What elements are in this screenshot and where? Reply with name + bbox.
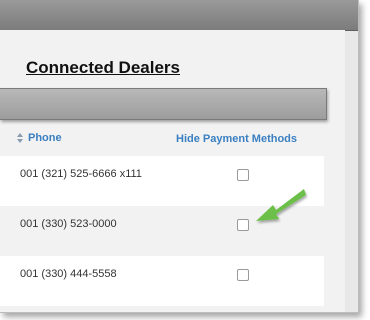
grid-header-bar: [0, 88, 327, 120]
table-body: 001 (321) 525-6666 x111 001 (330) 523-00…: [0, 156, 324, 306]
column-headers: Phone Hide Payment Methods: [0, 130, 330, 150]
sort-icon[interactable]: [16, 132, 24, 144]
hide-payment-methods-checkbox[interactable]: [237, 269, 249, 281]
table-row: 001 (330) 444-5558: [0, 256, 324, 306]
column-header-phone-label: Phone: [28, 132, 62, 144]
phone-cell: 001 (330) 444-5558: [20, 268, 117, 280]
window-titlebar: [0, 0, 358, 31]
column-header-phone[interactable]: Phone: [16, 132, 62, 144]
column-header-hide-payment-methods[interactable]: Hide Payment Methods: [176, 133, 297, 145]
hide-payment-methods-checkbox[interactable]: [237, 169, 249, 181]
window-frame: Connected Dealers Phone Hide Payment Met…: [0, 0, 359, 313]
phone-cell: 001 (321) 525-6666 x111: [20, 168, 142, 180]
hide-payment-methods-checkbox[interactable]: [237, 219, 249, 231]
phone-cell: 001 (330) 523-0000: [20, 218, 117, 230]
page-title: Connected Dealers: [26, 58, 180, 77]
content-panel: Connected Dealers Phone Hide Payment Met…: [0, 30, 345, 312]
green-arrow-icon: [256, 189, 306, 221]
